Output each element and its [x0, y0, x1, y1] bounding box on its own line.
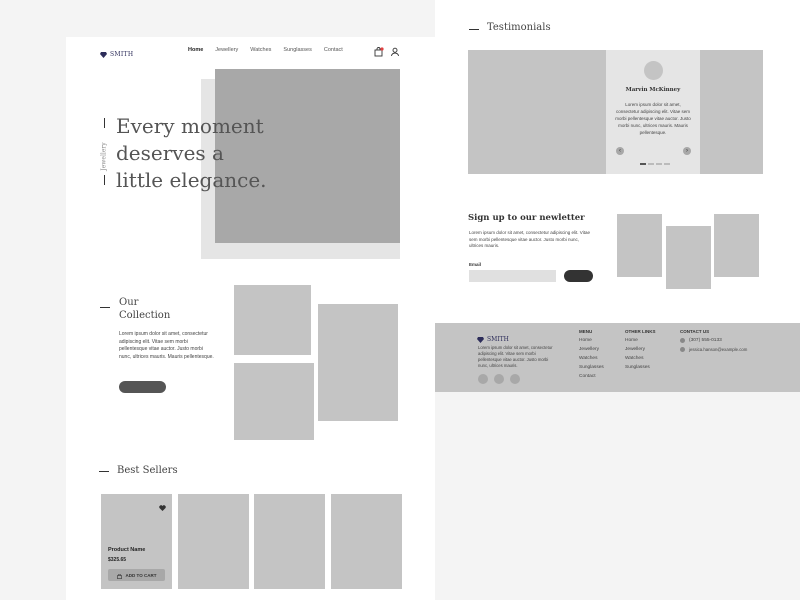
hero-headline: Every moment deserves a little elegance. [116, 113, 267, 194]
chevron-right-icon: › [686, 148, 688, 154]
newsletter-image-2 [666, 226, 711, 289]
footer-email-row: jessica.hanson@example.com [680, 347, 747, 352]
testimonials-dash [469, 29, 479, 30]
social-icon[interactable] [494, 374, 504, 384]
footer-phone[interactable]: (307) 555-0133 [689, 338, 722, 343]
footer-menu-sunglasses[interactable]: Sunglasses [579, 365, 604, 370]
social-icon[interactable] [478, 374, 488, 384]
nav-sunglasses[interactable]: Sunglasses [283, 47, 311, 53]
nav-jewellery[interactable]: Jewellery [215, 47, 238, 53]
collection-title: Our Collection [119, 296, 170, 322]
footer-email[interactable]: jessica.hanson@example.com [689, 347, 747, 352]
product-card-3[interactable] [254, 494, 325, 589]
avatar [644, 61, 663, 80]
footer-other-sunglasses[interactable]: Sunglasses [625, 365, 656, 370]
collection-image-2[interactable] [318, 304, 398, 421]
slider-prev-button[interactable]: ‹ [616, 147, 624, 155]
slider-dot[interactable] [648, 163, 654, 165]
email-input[interactable] [469, 270, 556, 282]
slider-dot-active[interactable] [640, 163, 646, 165]
footer-other-jewellery[interactable]: Jewellery [625, 347, 656, 352]
newsletter-image-1 [617, 214, 662, 277]
site-footer: SMITH Lorem ipsum dolor sit amet, consec… [435, 323, 800, 392]
footer-menu-home[interactable]: Home [579, 338, 604, 343]
product-card-4[interactable] [331, 494, 402, 589]
product-card[interactable]: Product Name $325.65 ADD TO CART [101, 494, 172, 589]
footer-brand-name: SMITH [487, 335, 509, 343]
product-name: Product Name [108, 547, 146, 553]
product-price: $325.65 [108, 557, 127, 563]
landing-page-main: SMITH Home Jewellery Watches Sunglasses … [66, 37, 435, 600]
add-to-cart-button[interactable]: ADD TO CART [108, 569, 165, 581]
footer-menu-watches[interactable]: Watches [579, 356, 604, 361]
collection-text: Lorem ipsum dolor sit amet, consectetur … [119, 331, 214, 360]
footer-phone-row: (307) 555-0133 [680, 338, 747, 343]
bag-icon [116, 566, 122, 584]
footer-menu-title: MENU [579, 329, 593, 334]
nav-home[interactable]: Home [188, 47, 203, 53]
hero-side-line-top [104, 118, 105, 128]
hero-headline-line-2: deserves a [116, 141, 224, 165]
collection-dash [100, 307, 110, 308]
product-card-2[interactable] [178, 494, 249, 589]
slider-dot[interactable] [664, 163, 670, 165]
mail-icon [680, 347, 685, 352]
brand-logo[interactable]: SMITH [100, 45, 133, 63]
collection-title-line-2: Collection [119, 310, 171, 321]
best-sellers-dash [99, 471, 109, 472]
newsletter-title: Sign up to our newletter [468, 213, 585, 223]
account-button[interactable] [390, 44, 400, 57]
diamond-icon [100, 45, 107, 63]
slider-dot[interactable] [656, 163, 662, 165]
best-sellers-title: Best Sellers [117, 465, 178, 476]
testimonials-title: Testimonials [487, 22, 551, 33]
social-links [478, 374, 520, 384]
slider-dots [640, 163, 670, 165]
footer-contact: CONTACT US (307) 555-0133 jessica.hanson… [680, 329, 747, 352]
heart-icon[interactable] [159, 498, 166, 516]
footer-menu-jewellery[interactable]: Jewellery [579, 347, 604, 352]
footer-menu-contact[interactable]: Contact [579, 374, 604, 379]
hero-side-label: Jewellery [100, 142, 108, 171]
site-header: SMITH Home Jewellery Watches Sunglasses … [66, 37, 435, 63]
footer-text: Lorem ipsum dolor sit amet, consectetur … [478, 345, 553, 368]
add-to-cart-label: ADD TO CART [125, 572, 157, 578]
chevron-left-icon: ‹ [619, 148, 621, 154]
collection-title-line-1: Our [119, 297, 139, 308]
email-label: Email [469, 262, 482, 267]
brand-name: SMITH [110, 50, 134, 58]
footer-contact-title: CONTACT US [680, 329, 710, 334]
hero-headline-line-1: Every moment [116, 114, 264, 138]
collection-image-3[interactable] [234, 363, 314, 440]
main-nav: Home Jewellery Watches Sunglasses Contac… [188, 47, 343, 53]
nav-watches[interactable]: Watches [250, 47, 271, 53]
cart-icon [374, 44, 384, 61]
footer-other-home[interactable]: Home [625, 338, 656, 343]
footer-other-links: OTHER LINKS Home Jewellery Watches Sungl… [625, 329, 656, 370]
nav-contact[interactable]: Contact [324, 47, 343, 53]
testimonial-quote: Lorem ipsum dolor sit amet, consectetur … [615, 102, 691, 135]
testimonial-name: Marvin McKinney [625, 87, 681, 93]
footer-menu: MENU Home Jewellery Watches Sunglasses C… [579, 329, 604, 379]
slider-next-button[interactable]: › [683, 147, 691, 155]
hero-headline-line-3: little elegance. [116, 168, 267, 192]
subscribe-button[interactable] [564, 270, 593, 282]
newsletter-image-3 [714, 214, 759, 277]
social-icon[interactable] [510, 374, 520, 384]
newsletter-text: Lorem ipsum dolor sit amet, consectetur … [469, 230, 590, 248]
hero-side-line-bottom [104, 175, 105, 185]
phone-icon [680, 338, 685, 343]
footer-other-title: OTHER LINKS [625, 329, 656, 334]
footer-other-watches[interactable]: Watches [625, 356, 656, 361]
testimonial-card: Marvin McKinney Lorem ipsum dolor sit am… [606, 50, 700, 174]
user-icon [390, 44, 400, 61]
cart-button[interactable] [374, 44, 384, 57]
collection-image-1[interactable] [234, 285, 311, 355]
collection-button[interactable] [119, 381, 166, 393]
landing-page-continued: Testimonials Marvin McKinney Lorem ipsum… [435, 0, 800, 392]
